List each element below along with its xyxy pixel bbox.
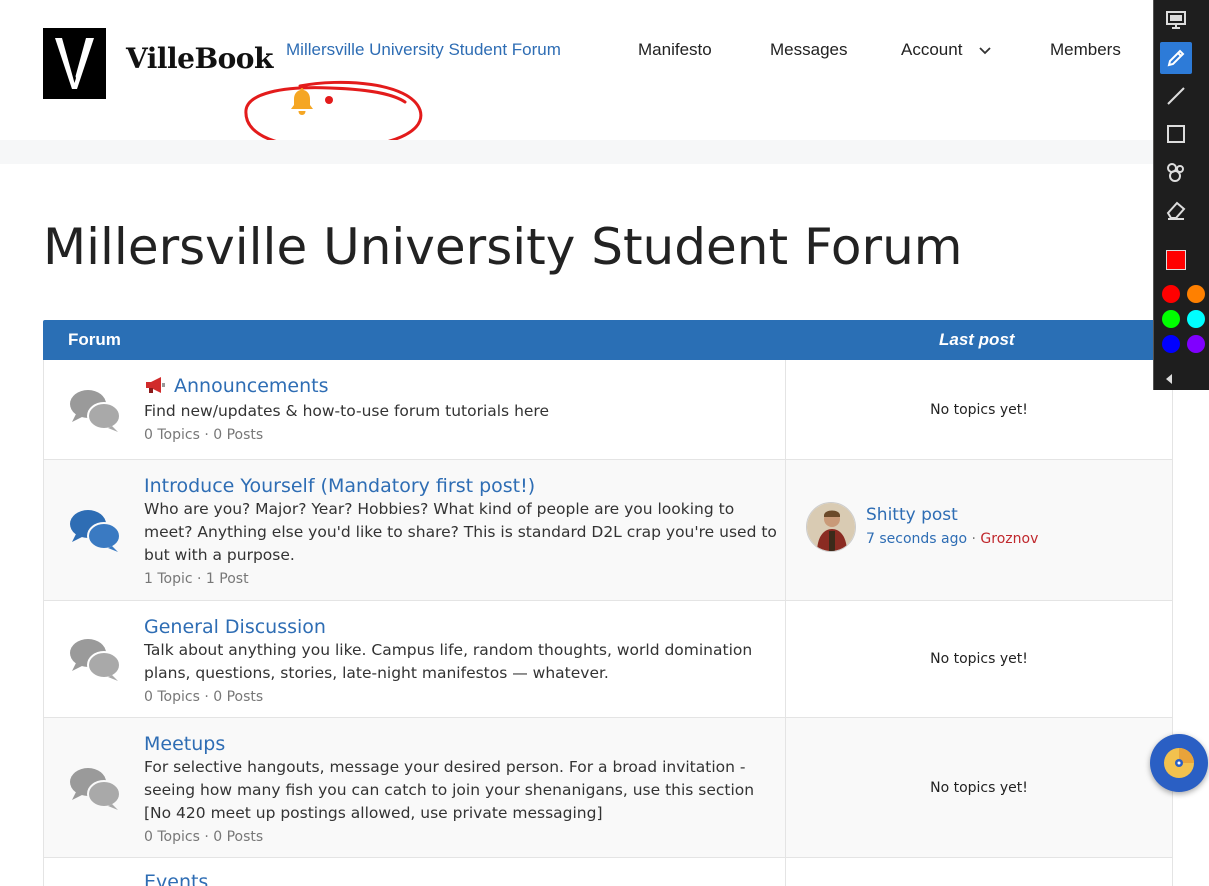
last-post-cell: No topics yet! xyxy=(786,601,1172,717)
forum-description: Find new/updates & how-to-use forum tuto… xyxy=(144,402,549,420)
forum-link-introduce-yourself[interactable]: Introduce Yourself (Mandatory first post… xyxy=(144,474,785,498)
table-row: Events xyxy=(43,858,1173,886)
meta-separator: · xyxy=(971,531,976,547)
annotation-dot xyxy=(325,96,333,104)
table-row: General Discussion Talk about anything y… xyxy=(43,601,1173,718)
chevron-down-icon xyxy=(979,40,991,60)
rectangle-icon[interactable] xyxy=(1160,118,1192,150)
forum-link-announcements[interactable]: Announcements xyxy=(144,374,785,400)
pencil-icon[interactable] xyxy=(1160,42,1192,74)
chat-bubbles-icon xyxy=(68,508,122,558)
line-icon[interactable] xyxy=(1160,80,1192,112)
last-post-info: Shitty post 7 seconds ago · Groznov xyxy=(806,502,1038,552)
forum-title-label: Announcements xyxy=(174,375,329,397)
nav-forum[interactable]: Millersville University Student Forum xyxy=(286,40,561,60)
last-post-cell: No topics yet! xyxy=(786,718,1172,857)
color-swatch-green[interactable] xyxy=(1162,310,1180,328)
screen-icon[interactable] xyxy=(1160,4,1192,36)
eraser-icon[interactable] xyxy=(1160,194,1192,226)
forum-stats: 0 Topics · 0 Posts xyxy=(144,689,264,705)
color-swatch-purple[interactable] xyxy=(1187,335,1205,353)
chat-bubbles-icon xyxy=(68,766,122,816)
forum-stats: 0 Topics · 0 Posts xyxy=(144,427,264,443)
chat-bubbles-icon xyxy=(68,637,122,687)
disc-icon xyxy=(1164,748,1194,778)
color-swatch-red[interactable] xyxy=(1162,285,1180,303)
bell-icon[interactable] xyxy=(289,86,315,120)
floating-disc-button[interactable] xyxy=(1150,734,1208,792)
color-swatch-orange[interactable] xyxy=(1187,285,1205,303)
current-color-swatch[interactable] xyxy=(1166,250,1186,270)
last-post-cell xyxy=(786,858,1172,886)
forum-cell: Events xyxy=(44,858,786,886)
megaphone-icon xyxy=(144,376,166,400)
nav-messages[interactable]: Messages xyxy=(770,40,847,60)
forum-link-general-discussion[interactable]: General Discussion xyxy=(144,615,785,639)
forum-description: Who are you? Major? Year? Hobbies? What … xyxy=(144,500,777,564)
site-header: VilleBook Millersville University Studen… xyxy=(0,0,1209,150)
annotation-toolbar xyxy=(1153,0,1209,390)
forum-link-events[interactable]: Events xyxy=(144,870,785,886)
nav-account[interactable]: Account xyxy=(901,40,991,60)
forum-description: For selective hangouts, message your des… xyxy=(144,758,755,822)
chat-bubbles-icon xyxy=(68,388,122,438)
last-post-meta: 7 seconds ago · Groznov xyxy=(866,527,1038,551)
no-topics-text: No topics yet! xyxy=(930,401,1028,418)
collapse-arrow-icon[interactable] xyxy=(1164,370,1174,389)
nav-members[interactable]: Members xyxy=(1050,40,1121,60)
forum-cell: Announcements Find new/updates & how-to-… xyxy=(44,360,786,459)
table-row: Announcements Find new/updates & how-to-… xyxy=(43,360,1173,460)
table-row: Introduce Yourself (Mandatory first post… xyxy=(43,460,1173,601)
nav-manifesto[interactable]: Manifesto xyxy=(638,40,712,60)
nav-account-label: Account xyxy=(901,40,963,59)
logo-v-icon xyxy=(55,38,94,89)
color-swatch-cyan[interactable] xyxy=(1187,310,1205,328)
forum-stats: 0 Topics · 0 Posts xyxy=(144,829,264,845)
no-topics-text: No topics yet! xyxy=(930,779,1028,796)
color-swatch-blue[interactable] xyxy=(1162,335,1180,353)
forum-table: Forum Last post Announcements Find new/u… xyxy=(43,320,1173,886)
forum-cell: Introduce Yourself (Mandatory first post… xyxy=(44,460,786,600)
page-title: Millersville University Student Forum xyxy=(43,218,963,276)
column-last-post: Last post xyxy=(939,330,1015,349)
table-header: Forum Last post xyxy=(43,320,1173,360)
forum-link-meetups[interactable]: Meetups xyxy=(144,732,785,756)
last-post-cell: Shitty post 7 seconds ago · Groznov xyxy=(786,460,1172,600)
column-forum: Forum xyxy=(68,330,121,349)
table-row: Meetups For selective hangouts, message … xyxy=(43,718,1173,858)
avatar[interactable] xyxy=(806,502,856,552)
last-post-title[interactable]: Shitty post xyxy=(866,503,1038,527)
last-post-user[interactable]: Groznov xyxy=(980,531,1038,547)
forum-cell: Meetups For selective hangouts, message … xyxy=(44,718,786,857)
forum-description: Talk about anything you like. Campus lif… xyxy=(144,641,753,682)
last-post-cell: No topics yet! xyxy=(786,360,1172,459)
stamp-icon[interactable] xyxy=(1160,156,1192,188)
last-post-time[interactable]: 7 seconds ago xyxy=(866,531,967,547)
forum-stats: 1 Topic · 1 Post xyxy=(144,571,249,587)
header-divider xyxy=(0,140,1209,164)
last-post-text: Shitty post 7 seconds ago · Groznov xyxy=(866,503,1038,551)
brand-name[interactable]: VilleBook xyxy=(126,42,273,75)
forum-cell: General Discussion Talk about anything y… xyxy=(44,601,786,717)
no-topics-text: No topics yet! xyxy=(930,651,1028,667)
site-logo[interactable] xyxy=(43,28,106,99)
